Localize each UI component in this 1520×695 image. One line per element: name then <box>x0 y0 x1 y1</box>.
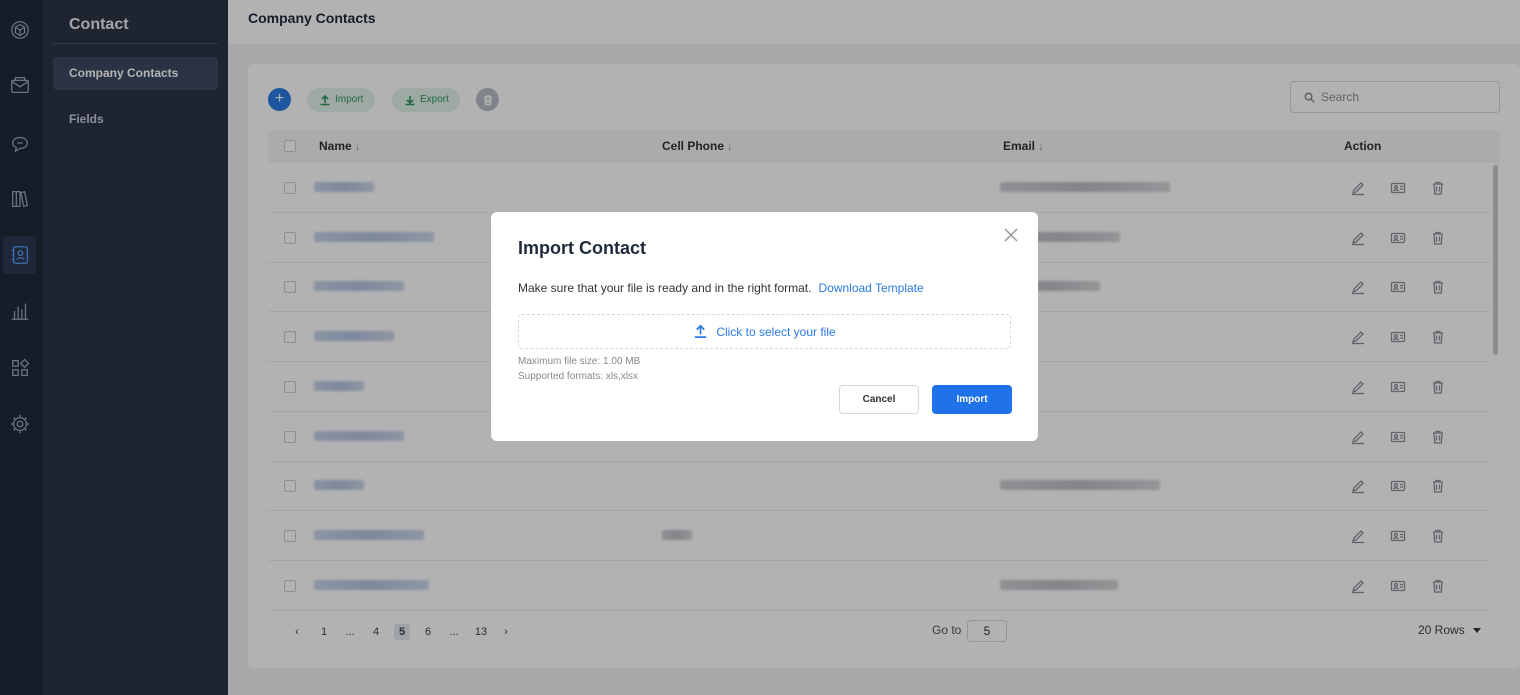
import-contact-dialog: Import Contact Make sure that your file … <box>491 212 1038 441</box>
formats-hint: Supported formats: xls,xlsx <box>518 371 639 382</box>
max-size-hint: Maximum file size: 1.00 MB <box>518 356 641 367</box>
close-icon[interactable] <box>1002 226 1020 244</box>
import-confirm-button[interactable]: Import <box>932 385 1012 414</box>
dialog-title: Import Contact <box>518 238 646 258</box>
cancel-button[interactable]: Cancel <box>839 385 919 414</box>
dropzone-label: Click to select your file <box>716 324 836 339</box>
upload-icon <box>695 324 707 338</box>
dialog-description: Make sure that your file is ready and in… <box>518 281 924 295</box>
description-text: Make sure that your file is ready and in… <box>518 281 812 295</box>
download-template-link[interactable]: Download Template <box>818 281 923 295</box>
file-dropzone[interactable]: Click to select your file <box>518 314 1011 349</box>
